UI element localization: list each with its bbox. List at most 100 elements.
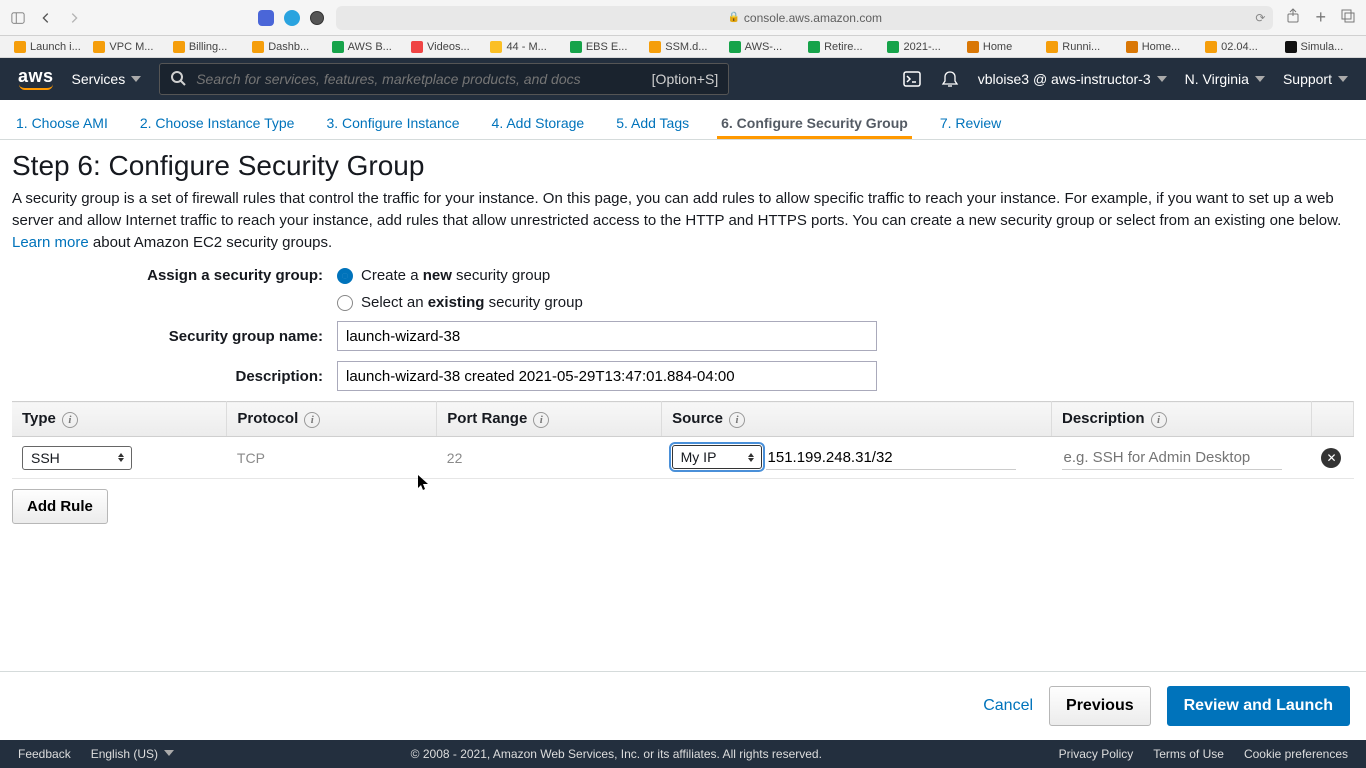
bookmark-label: Simula... bbox=[1301, 41, 1344, 53]
bookmark-item[interactable]: EBS E... bbox=[564, 41, 643, 53]
chevron-down-icon bbox=[1338, 71, 1348, 87]
extension-icon[interactable] bbox=[310, 11, 324, 25]
bookmark-label: AWS-... bbox=[745, 41, 782, 53]
bookmark-bar: Launch i...VPC M...Billing...Dashb...AWS… bbox=[0, 36, 1366, 58]
extension-icon[interactable] bbox=[258, 10, 274, 26]
bookmark-item[interactable]: Simula... bbox=[1279, 41, 1358, 53]
favicon-icon bbox=[1205, 41, 1217, 53]
services-menu[interactable]: Services bbox=[72, 71, 142, 87]
cookie-link[interactable]: Cookie preferences bbox=[1244, 747, 1348, 761]
add-rule-button[interactable]: Add Rule bbox=[12, 489, 108, 524]
bookmark-label: VPC M... bbox=[109, 41, 153, 53]
learn-more-link[interactable]: Learn more bbox=[12, 234, 89, 251]
global-search[interactable]: [Option+S] bbox=[159, 63, 729, 95]
bookmark-item[interactable]: 2021-... bbox=[881, 41, 960, 53]
assign-sg-label: Assign a security group: bbox=[12, 267, 337, 284]
radio-icon bbox=[337, 268, 353, 284]
remove-rule-button[interactable]: ✕ bbox=[1321, 448, 1341, 468]
favicon-icon bbox=[1285, 41, 1297, 53]
wizard-step[interactable]: 2. Choose Instance Type bbox=[136, 105, 299, 139]
sg-desc-label: Description: bbox=[12, 368, 337, 385]
favicon-icon bbox=[570, 41, 582, 53]
new-tab-icon[interactable]: + bbox=[1315, 7, 1326, 28]
region-menu[interactable]: N. Virginia bbox=[1185, 71, 1265, 87]
address-bar[interactable]: 🔒 console.aws.amazon.com ⟳ bbox=[336, 6, 1273, 30]
bookmark-label: SSM.d... bbox=[665, 41, 707, 53]
wizard-step[interactable]: 5. Add Tags bbox=[612, 105, 693, 139]
bookmark-label: Runni... bbox=[1062, 41, 1100, 53]
bookmark-item[interactable]: 02.04... bbox=[1199, 41, 1278, 53]
sidebar-toggle-icon[interactable] bbox=[10, 10, 26, 26]
bookmark-item[interactable]: SSM.d... bbox=[643, 41, 722, 53]
bookmark-label: 44 - M... bbox=[506, 41, 546, 53]
language-selector[interactable]: English (US) bbox=[91, 747, 174, 761]
bookmark-item[interactable]: Home bbox=[961, 41, 1040, 53]
table-header-row: Typei Protocoli Port Rangei Sourcei Desc… bbox=[12, 402, 1354, 437]
bookmark-item[interactable]: Dashb... bbox=[246, 41, 325, 53]
info-icon[interactable]: i bbox=[729, 412, 745, 428]
radio-icon bbox=[337, 295, 353, 311]
aws-logo[interactable]: aws bbox=[18, 68, 54, 90]
info-icon[interactable]: i bbox=[62, 412, 78, 428]
bookmark-item[interactable]: Videos... bbox=[405, 41, 484, 53]
wizard-step[interactable]: 6. Configure Security Group bbox=[717, 105, 912, 139]
col-desc: Descriptioni bbox=[1052, 402, 1312, 437]
bookmark-item[interactable]: VPC M... bbox=[87, 41, 166, 53]
sg-name-input[interactable] bbox=[337, 321, 877, 351]
rule-protocol: TCP bbox=[227, 437, 437, 479]
bookmark-item[interactable]: Retire... bbox=[802, 41, 881, 53]
share-icon[interactable] bbox=[1285, 8, 1301, 27]
rule-source-ip-input[interactable] bbox=[766, 446, 1016, 470]
info-icon[interactable]: i bbox=[533, 412, 549, 428]
bookmark-item[interactable]: Runni... bbox=[1040, 41, 1119, 53]
favicon-icon bbox=[967, 41, 979, 53]
desc-text-2: about Amazon EC2 security groups. bbox=[89, 234, 332, 251]
extension-icon[interactable] bbox=[284, 10, 300, 26]
reload-icon[interactable]: ⟳ bbox=[1255, 11, 1265, 25]
bell-icon[interactable] bbox=[940, 69, 960, 89]
previous-button[interactable]: Previous bbox=[1049, 686, 1151, 726]
favicon-icon bbox=[729, 41, 741, 53]
rule-port: 22 bbox=[437, 437, 662, 479]
sg-desc-input[interactable] bbox=[337, 361, 877, 391]
search-input[interactable] bbox=[196, 71, 641, 87]
forward-icon[interactable] bbox=[66, 10, 82, 26]
account-menu[interactable]: vbloise3 @ aws-instructor-3 bbox=[978, 71, 1167, 87]
footer: Feedback English (US) © 2008 - 2021, Ama… bbox=[0, 740, 1366, 768]
bookmark-item[interactable]: Home... bbox=[1120, 41, 1199, 53]
favicon-icon bbox=[1046, 41, 1058, 53]
cloudshell-icon[interactable] bbox=[902, 69, 922, 89]
back-icon[interactable] bbox=[38, 10, 54, 26]
bookmark-label: 2021-... bbox=[903, 41, 940, 53]
privacy-link[interactable]: Privacy Policy bbox=[1059, 747, 1134, 761]
bookmark-label: Home bbox=[983, 41, 1012, 53]
aws-nav: aws Services [Option+S] vbloise3 @ aws-i… bbox=[0, 58, 1366, 100]
radio-create-new[interactable]: Create a new security group bbox=[337, 267, 550, 284]
wizard-step[interactable]: 4. Add Storage bbox=[488, 105, 589, 139]
sg-name-label: Security group name: bbox=[12, 328, 337, 345]
wizard-step[interactable]: 1. Choose AMI bbox=[12, 105, 112, 139]
info-icon[interactable]: i bbox=[1151, 412, 1167, 428]
rule-type-select[interactable]: SSH bbox=[22, 446, 132, 470]
rule-desc-input[interactable] bbox=[1062, 446, 1282, 470]
wizard-step[interactable]: 7. Review bbox=[936, 105, 1005, 139]
feedback-link[interactable]: Feedback bbox=[18, 747, 71, 761]
url-text: console.aws.amazon.com bbox=[744, 11, 882, 25]
favicon-icon bbox=[887, 41, 899, 53]
bookmark-item[interactable]: 44 - M... bbox=[484, 41, 563, 53]
bookmark-item[interactable]: Launch i... bbox=[8, 41, 87, 53]
support-menu[interactable]: Support bbox=[1283, 71, 1348, 87]
info-icon[interactable]: i bbox=[304, 412, 320, 428]
bookmark-item[interactable]: AWS B... bbox=[326, 41, 405, 53]
select-value: SSH bbox=[31, 450, 60, 466]
cancel-button[interactable]: Cancel bbox=[983, 697, 1033, 715]
review-launch-button[interactable]: Review and Launch bbox=[1167, 686, 1350, 726]
tabs-overview-icon[interactable] bbox=[1340, 8, 1356, 27]
bookmark-item[interactable]: AWS-... bbox=[723, 41, 802, 53]
account-label: vbloise3 @ aws-instructor-3 bbox=[978, 71, 1151, 87]
radio-select-existing[interactable]: Select an existing security group bbox=[337, 294, 583, 311]
terms-link[interactable]: Terms of Use bbox=[1153, 747, 1224, 761]
rule-source-select[interactable]: My IP bbox=[672, 445, 762, 469]
bookmark-item[interactable]: Billing... bbox=[167, 41, 246, 53]
wizard-step[interactable]: 3. Configure Instance bbox=[322, 105, 463, 139]
